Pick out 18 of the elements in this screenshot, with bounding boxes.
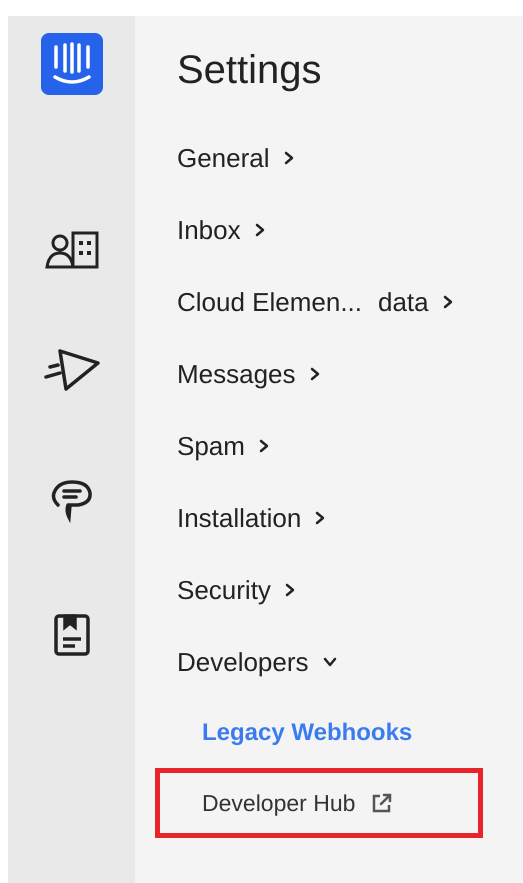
- menu-item[interactable]: Developers: [177, 642, 309, 682]
- menu-item[interactable]: Spam: [177, 426, 245, 466]
- menu-item[interactable]: Messages: [177, 354, 296, 394]
- menu-item[interactable]: Installation: [177, 498, 302, 538]
- logo-icon[interactable]: [40, 33, 102, 95]
- submenu-link[interactable]: Legacy Webhooks: [202, 715, 412, 751]
- menu-item[interactable]: General: [177, 138, 270, 178]
- contact-card-icon[interactable]: [44, 231, 98, 269]
- menu-item[interactable]: Inbox: [177, 210, 241, 250]
- menu-item[interactable]: Security: [177, 570, 271, 610]
- menu-item-suffix: data: [378, 286, 429, 318]
- paper-plane-icon[interactable]: [44, 347, 100, 391]
- document-icon[interactable]: [52, 613, 90, 657]
- page-title: Settings: [177, 47, 323, 94]
- external-link-icon: [371, 792, 394, 814]
- external-link[interactable]: Developer Hub: [202, 786, 356, 820]
- chat-bubble-icon[interactable]: [50, 479, 94, 523]
- menu-item[interactable]: Cloud Elemen...: [177, 282, 362, 322]
